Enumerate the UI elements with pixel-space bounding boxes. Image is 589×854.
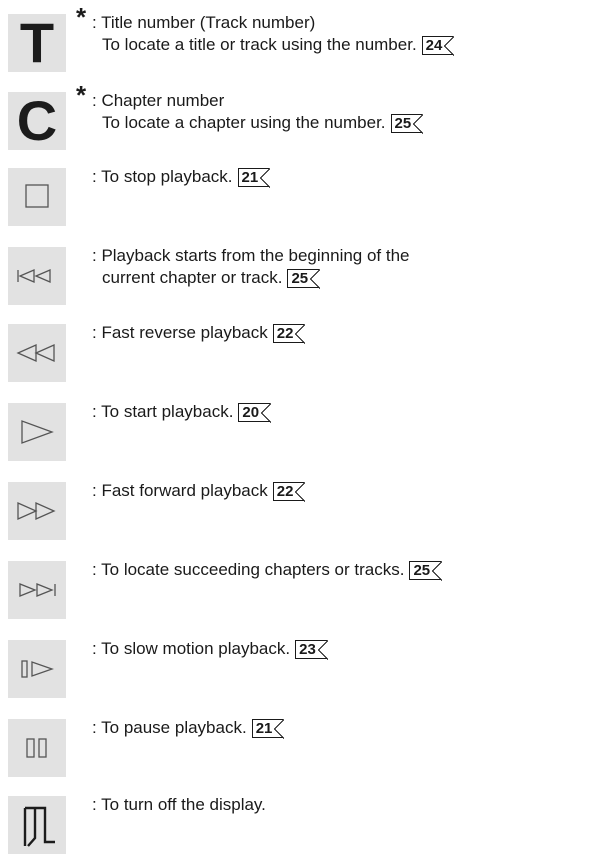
page-reference: 25 — [409, 560, 442, 581]
slow-motion-icon — [8, 640, 66, 698]
asterisk-mark: * — [76, 80, 87, 110]
legend-description: : Title number (Track number) To locate … — [92, 12, 455, 56]
fast-reverse-icon — [8, 324, 66, 382]
asterisk-mark: * — [76, 2, 87, 32]
legend-description: : To turn off the display. — [92, 795, 266, 814]
skip-back-icon — [8, 247, 66, 305]
legend-description: : To start playback. 20 — [92, 401, 271, 423]
display-off-icon — [8, 796, 66, 854]
page-reference: 20 — [238, 402, 271, 423]
fast-forward-icon — [8, 482, 66, 540]
pause-icon — [8, 719, 66, 777]
legend-description: : To pause playback. 21 — [92, 717, 285, 739]
page-reference: 25 — [390, 113, 423, 134]
page-reference: 24 — [421, 35, 455, 56]
title-letter-icon: T — [8, 14, 66, 72]
page-reference: 22 — [272, 323, 306, 344]
legend-description: : Fast reverse playback 22 — [92, 322, 306, 344]
legend-description: : Playback starts from the beginning of … — [92, 246, 410, 289]
legend-description: : Chapter number To locate a chapter usi… — [92, 90, 423, 134]
legend-description: : Fast forward playback 22 — [92, 480, 306, 502]
page-reference: 25 — [287, 268, 320, 289]
page-reference: 21 — [237, 167, 270, 188]
page-reference: 21 — [251, 718, 285, 739]
page-reference: 23 — [295, 639, 328, 660]
legend-description: : To slow motion playback. 23 — [92, 638, 328, 660]
page-reference: 22 — [272, 481, 306, 502]
chapter-letter-icon: C — [8, 92, 66, 150]
legend-description: : To stop playback. 21 — [92, 166, 270, 188]
skip-forward-icon — [8, 561, 66, 619]
play-icon — [8, 403, 66, 461]
stop-icon — [8, 168, 66, 226]
legend-description: : To locate succeeding chapters or track… — [92, 559, 442, 581]
